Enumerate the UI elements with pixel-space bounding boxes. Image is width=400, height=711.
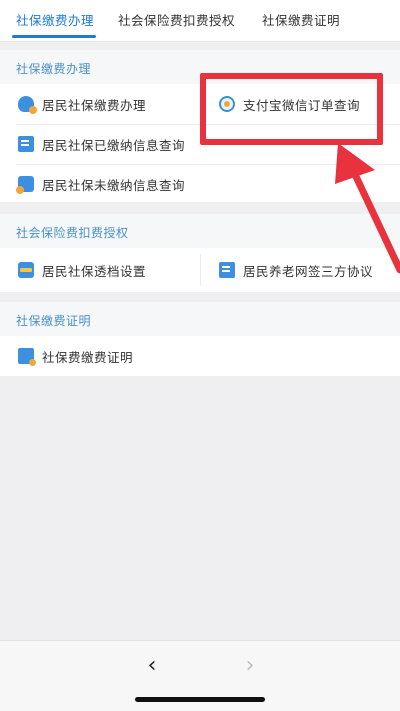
back-chevron-icon[interactable]: ‹ — [132, 651, 172, 681]
forward-chevron-icon[interactable]: › — [230, 651, 270, 681]
red-arrow-annotation — [335, 143, 400, 274]
home-indicator[interactable] — [135, 697, 265, 702]
